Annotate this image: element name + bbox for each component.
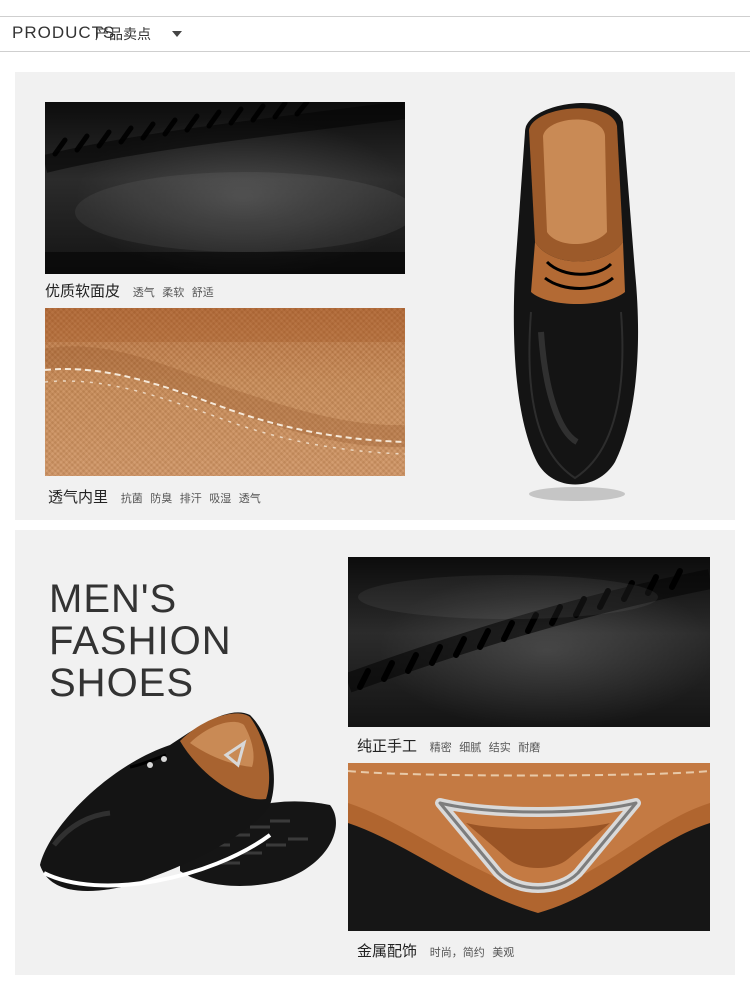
lining-stitch-pattern [45,308,405,455]
feature-caption-4: 金属配饰 时尚，简约 美观 [357,940,514,961]
metal-accessory-closeup-photo [348,763,710,931]
shoe-side-view-photo [30,695,350,915]
feature-details-1: 透气 柔软 舒适 [132,286,214,299]
feature-panel-bottom: MEN'S FASHION SHOES 纯正手工 精密 细腻 结实 耐磨 金属配… [15,530,735,975]
feature-caption-3: 纯正手工 精密 细腻 结实 耐磨 [357,735,540,756]
shoe-top-view-photo [485,92,665,512]
feature-title-1: 优质软面皮 [45,282,121,300]
hero-title-line-2: FASHION [49,619,232,663]
feature-caption-1: 优质软面皮 透气 柔软 舒适 [45,280,214,301]
hero-title: MEN'S FASHION SHOES [49,578,232,704]
feature-details-3: 精密 细腻 结实 耐磨 [429,741,541,754]
lining-closeup-photo [45,308,405,476]
leather-closeup-photo [45,102,405,274]
feature-title-3: 纯正手工 [357,737,418,755]
feature-title-2: 透气内里 [48,488,109,506]
stitching-pattern [45,102,405,274]
hero-title-line-1: MEN'S [49,577,178,621]
feature-title-4: 金属配饰 [357,942,418,960]
chevron-down-icon[interactable] [172,31,182,37]
feature-details-4: 时尚，简约 美观 [429,946,515,959]
feature-details-2: 抗菌 防臭 排汗 吸湿 透气 [120,492,261,505]
feature-caption-2: 透气内里 抗菌 防臭 排汗 吸湿 透气 [48,486,261,507]
section-header: PRODUCTS 产品卖点 [0,16,750,52]
section-title-cn: 产品卖点 [95,27,151,43]
handstitch-pattern [348,568,710,693]
handstitch-closeup-photo [348,557,710,727]
feature-panel-top: 优质软面皮 透气 柔软 舒适 透气内里 抗菌 防臭 排汗 吸湿 透气 [15,72,735,520]
